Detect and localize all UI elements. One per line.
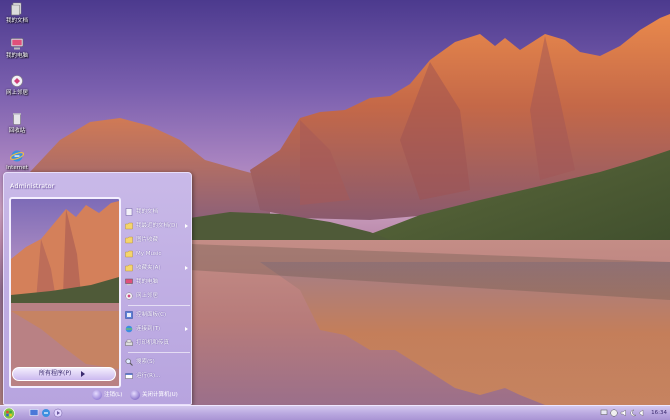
shutdown-button[interactable]: 关闭计算机(U) — [130, 389, 178, 401]
menu-item-label: 我的电脑 — [136, 279, 159, 285]
run-icon — [125, 373, 133, 379]
documents-icon — [11, 2, 22, 16]
menu-item-label: 网上邻居 — [136, 293, 159, 299]
menu-item-label: 搜索(S) — [136, 359, 155, 365]
menu-item-label: 我最近的文档(D) — [136, 223, 178, 229]
menu-item-my-documents[interactable]: 我的文档 — [124, 205, 190, 219]
volume-tray-icon[interactable] — [620, 409, 628, 417]
power-icon — [130, 390, 140, 400]
preview-landscape — [11, 201, 119, 386]
safety-tray-icon[interactable] — [610, 409, 618, 417]
submenu-arrow-icon — [185, 327, 188, 331]
quick-launch-media-icon[interactable] — [53, 408, 63, 418]
desktop-icon-label: 我的文档 — [5, 18, 28, 24]
desktop-icon-my-documents[interactable]: 我的文档 — [0, 2, 34, 25]
connect-icon — [125, 325, 133, 333]
menu-separator — [128, 305, 190, 306]
start-menu-places: 我的文档 我最近的文档(D) 图片收藏 My Music 收藏夹(A) 我的电脑… — [124, 205, 190, 383]
start-menu-footer: 注销(L) 关闭计算机(U) — [88, 389, 192, 401]
recycle-bin-icon — [13, 113, 21, 125]
menu-item-connect-to[interactable]: 连接到(T) — [124, 322, 190, 336]
start-menu: Administrator 所有程序(P) 我的文档 我最近的文档(D) 图片收… — [3, 172, 192, 405]
start-button[interactable] — [1, 407, 17, 420]
computer-icon — [10, 38, 24, 50]
taskbar: 16:34 — [0, 405, 670, 420]
moon-tray-icon[interactable] — [629, 409, 637, 417]
menu-item-my-music[interactable]: My Music — [124, 247, 190, 261]
desktop-icon-label: 网上邻居 — [5, 90, 28, 96]
desktop-icon-label: Internet — [6, 165, 28, 171]
desktop-icon-network-places[interactable]: 网上邻居 — [0, 74, 34, 97]
menu-item-network-places[interactable]: 网上邻居 — [124, 289, 190, 303]
menu-item-my-pictures[interactable]: 图片收藏 — [124, 233, 190, 247]
menu-item-recent-documents[interactable]: 我最近的文档(D) — [124, 219, 190, 233]
folder-favorites-icon — [125, 264, 133, 272]
user-name: Administrator — [10, 182, 55, 190]
folder-docs-icon — [125, 208, 133, 216]
all-programs-button[interactable]: 所有程序(P) — [12, 367, 116, 381]
menu-item-label: 运行(R)... — [136, 373, 161, 379]
menu-item-label: 图片收藏 — [136, 237, 159, 243]
folder-music-icon — [125, 250, 133, 258]
submenu-arrow-icon — [185, 224, 188, 228]
menu-item-printers-faxes[interactable]: 打印机和传真 — [124, 336, 190, 350]
menu-item-label: My Music — [136, 251, 162, 257]
control-panel-icon — [125, 311, 133, 319]
menu-item-label: 我的文档 — [136, 209, 159, 215]
desktop-icon-my-computer[interactable]: 我的电脑 — [0, 37, 34, 60]
menu-item-control-panel[interactable]: 控制面板(C) — [124, 308, 190, 322]
menu-item-label: 控制面板(C) — [136, 312, 167, 318]
menu-item-run[interactable]: 运行(R)... — [124, 369, 190, 383]
desktop-icon-label: 我的电脑 — [5, 53, 28, 59]
menu-item-search[interactable]: 搜索(S) — [124, 355, 190, 369]
internet-explorer-icon — [10, 150, 24, 162]
network-icon — [11, 75, 23, 87]
logoff-icon — [92, 390, 102, 400]
network-icon — [125, 292, 133, 300]
desktop-icon-internet-explorer[interactable]: Internet — [0, 149, 34, 172]
menu-item-label: 收藏夹(A) — [136, 265, 161, 271]
folder-recent-icon — [125, 222, 133, 230]
desktop-icon-label: 回收站 — [8, 128, 26, 134]
computer-icon — [125, 278, 133, 286]
search-icon — [125, 358, 133, 366]
menu-item-my-computer[interactable]: 我的电脑 — [124, 275, 190, 289]
quick-launch-desktop-icon[interactable] — [29, 408, 39, 418]
arrow-tray-icon[interactable] — [638, 409, 646, 417]
shutdown-label: 关闭计算机(U) — [142, 392, 178, 398]
logoff-button[interactable]: 注销(L) — [92, 389, 122, 401]
network-tray-icon[interactable] — [600, 409, 608, 417]
desktop-icon-recycle-bin[interactable]: 回收站 — [0, 112, 34, 135]
quick-launch-ie-icon[interactable] — [41, 408, 51, 418]
all-programs-label: 所有程序(P) — [39, 370, 72, 377]
system-tray: 16:34 — [598, 407, 670, 420]
menu-item-label: 打印机和传真 — [136, 340, 170, 346]
arrow-right-icon — [81, 371, 85, 377]
menu-item-favorites[interactable]: 收藏夹(A) — [124, 261, 190, 275]
taskbar-clock[interactable]: 16:34 — [651, 410, 667, 416]
menu-item-label: 连接到(T) — [136, 326, 161, 332]
logoff-label: 注销(L) — [104, 392, 123, 398]
folder-pictures-icon — [125, 236, 133, 244]
printer-icon — [125, 339, 133, 346]
menu-separator — [128, 352, 190, 353]
menu-preview-image — [9, 197, 121, 388]
submenu-arrow-icon — [185, 266, 188, 270]
